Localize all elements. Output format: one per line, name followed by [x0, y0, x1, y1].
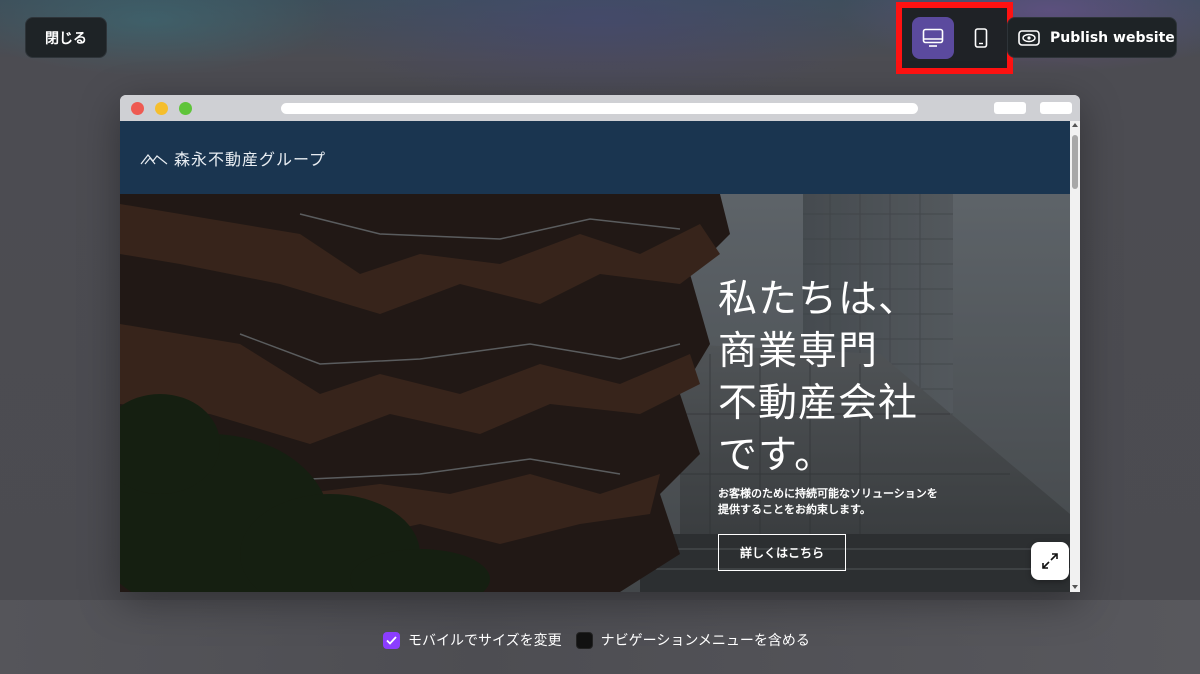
check-icon	[386, 635, 397, 645]
include-nav-menu-label[interactable]: ナビゲーションメニューを含める	[601, 630, 810, 650]
expand-preview-button[interactable]	[1031, 542, 1069, 580]
publish-label: Publish website	[1050, 29, 1175, 46]
expand-icon	[1042, 553, 1058, 569]
window-close-dot	[131, 102, 144, 115]
publish-icon	[1018, 29, 1040, 46]
window-maximize-dot	[179, 102, 192, 115]
browser-chrome	[120, 95, 1080, 121]
include-nav-menu-checkbox[interactable]	[575, 631, 593, 649]
resize-on-mobile-checkbox[interactable]	[383, 631, 400, 649]
hero-subtitle[interactable]: お客様のために持続可能なソリューションを 提供することをお約束します。	[718, 486, 1018, 518]
mobile-icon	[974, 28, 988, 48]
publish-website-button[interactable]: Publish website	[1007, 17, 1177, 58]
desktop-icon	[922, 28, 944, 47]
site-viewport[interactable]: 森永不動産グループ 私たちは、 商業専門 不動産会社 です。 お客様のために持続…	[120, 121, 1070, 592]
scroll-down-arrow-icon[interactable]	[1072, 585, 1078, 589]
scroll-up-arrow-icon[interactable]	[1072, 123, 1078, 127]
chrome-button	[1040, 102, 1072, 114]
url-bar	[281, 103, 918, 114]
hero-background-image	[120, 194, 1070, 592]
mountain-logo-icon	[140, 153, 168, 164]
preview-scrollbar[interactable]	[1070, 121, 1080, 592]
browser-preview-frame: 森永不動産グループ 私たちは、 商業専門 不動産会社 です。 お客様のために持続…	[120, 95, 1080, 592]
hero-title[interactable]: 私たちは、 商業専門 不動産会社 です。	[718, 274, 918, 482]
device-preview-toggle	[896, 2, 1013, 74]
hero-section: 私たちは、 商業専門 不動産会社 です。 お客様のために持続可能なソリューション…	[120, 194, 1070, 592]
scroll-thumb[interactable]	[1072, 135, 1078, 189]
preview-options: モバイルでサイズを変更 ナビゲーションメニューを含める	[383, 630, 816, 650]
chrome-button	[994, 102, 1026, 114]
close-button[interactable]: 閉じる	[25, 17, 107, 58]
window-minimize-dot	[155, 102, 168, 115]
desktop-preview-button[interactable]	[912, 17, 954, 59]
brand-name[interactable]: 森永不動産グループ	[174, 146, 326, 170]
learn-more-button[interactable]: 詳しくはこちら	[718, 534, 846, 571]
site-header: 森永不動産グループ	[120, 121, 1070, 194]
resize-on-mobile-label[interactable]: モバイルでサイズを変更	[408, 630, 562, 650]
mobile-preview-button[interactable]	[960, 17, 1002, 59]
